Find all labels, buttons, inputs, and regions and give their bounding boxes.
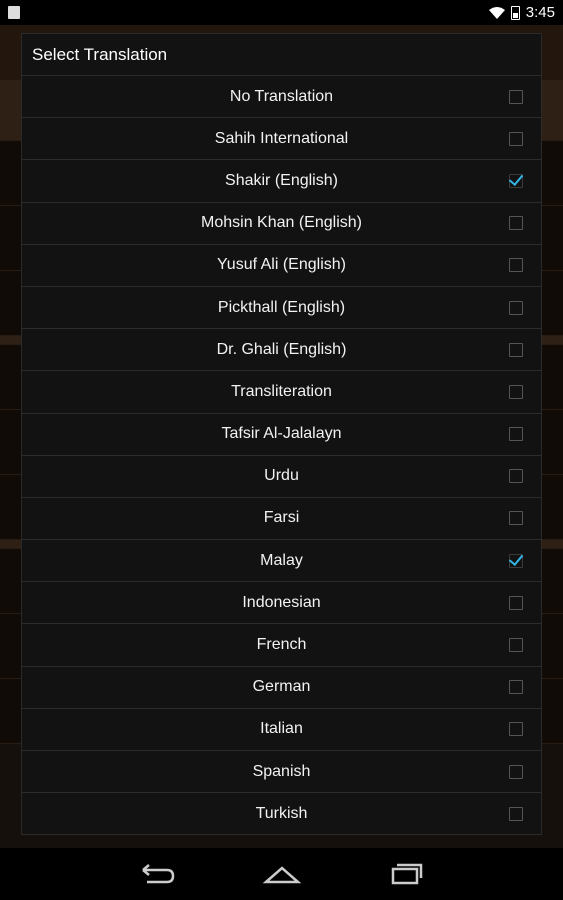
select-translation-dialog: Select Translation No Translation Sahih I… [21,33,542,835]
translation-option-label: Spanish [252,762,311,780]
translation-option[interactable]: Shakir (English) [22,160,541,203]
translation-option[interactable]: Italian [22,709,541,751]
recents-icon[interactable] [387,860,427,888]
translation-option[interactable]: Yusuf Ali (English) [22,245,541,287]
translation-option[interactable]: German [22,667,541,709]
translation-option[interactable]: Malay [22,540,541,583]
translation-checkbox[interactable] [509,806,523,821]
translation-option[interactable]: Sahih International [22,118,541,161]
translation-option-label: Urdu [264,467,299,485]
translation-option-label: Sahih International [214,129,349,147]
translation-option-label: Indonesian [242,593,321,611]
translation-checkbox[interactable] [509,384,523,399]
status-time: 3:45 [525,4,555,21]
translation-checkbox[interactable] [509,342,523,357]
battery-icon [510,5,520,20]
translation-options-list: No Translation Sahih International Shakir … [22,76,541,834]
translation-option[interactable]: Spanish [22,751,541,794]
translation-option[interactable]: Mohsin Khan (English) [22,203,541,245]
translation-checkbox[interactable] [509,511,523,526]
translation-option[interactable]: Turkish [22,793,541,834]
translation-option-label: French [256,636,307,654]
translation-checkbox[interactable] [509,258,523,273]
dialog-title: Select Translation [22,34,541,76]
translation-option-label: No Translation [229,87,334,105]
status-indicators: 3:45 [488,4,555,21]
wifi-icon [488,6,505,19]
translation-option-label: Yusuf Ali (English) [217,256,346,274]
translation-option-label: Malay [260,551,303,569]
translation-checkbox[interactable] [509,595,523,610]
translation-checkbox[interactable] [509,764,523,779]
translation-checkbox[interactable] [509,427,523,442]
status-bar: 3:45 [0,0,563,25]
notification-icon [8,6,20,19]
translation-option-label: Italian [260,720,303,738]
translation-option[interactable]: Tafsir Al-Jalalayn [22,414,541,456]
translation-option[interactable]: No Translation [22,76,541,119]
translation-option[interactable]: Transliteration [22,371,541,414]
translation-option-label: Shakir (English) [225,171,338,189]
translation-option[interactable]: Pickthall (English) [22,287,541,330]
translation-checkbox[interactable] [509,553,523,568]
navigation-bar [0,848,563,900]
translation-checkbox[interactable] [509,638,523,653]
translation-option-label: German [252,678,311,696]
translation-option-label: Tafsir Al-Jalalayn [221,425,342,443]
translation-option-label: Farsi [263,509,300,527]
home-icon[interactable] [262,860,302,888]
translation-option[interactable]: French [22,624,541,667]
translation-option[interactable]: Farsi [22,498,541,541]
translation-checkbox[interactable] [509,89,523,104]
translation-checkbox[interactable] [509,131,523,146]
translation-checkbox[interactable] [509,469,523,484]
translation-checkbox[interactable] [509,680,523,695]
translation-checkbox[interactable] [509,216,523,231]
translation-checkbox[interactable] [509,722,523,737]
translation-option-label: Transliteration [231,382,332,400]
translation-option[interactable]: Indonesian [22,582,541,625]
translation-checkbox[interactable] [509,300,523,315]
translation-checkbox[interactable] [509,173,523,188]
translation-option-label: Mohsin Khan (English) [201,214,362,232]
translation-option[interactable]: Dr. Ghali (English) [22,329,541,372]
back-icon[interactable] [137,860,177,888]
translation-option-label: Dr. Ghali (English) [216,340,347,358]
translation-option-label: Turkish [255,804,308,822]
translation-option-label: Pickthall (English) [217,298,346,316]
translation-option[interactable]: Urdu [22,456,541,498]
